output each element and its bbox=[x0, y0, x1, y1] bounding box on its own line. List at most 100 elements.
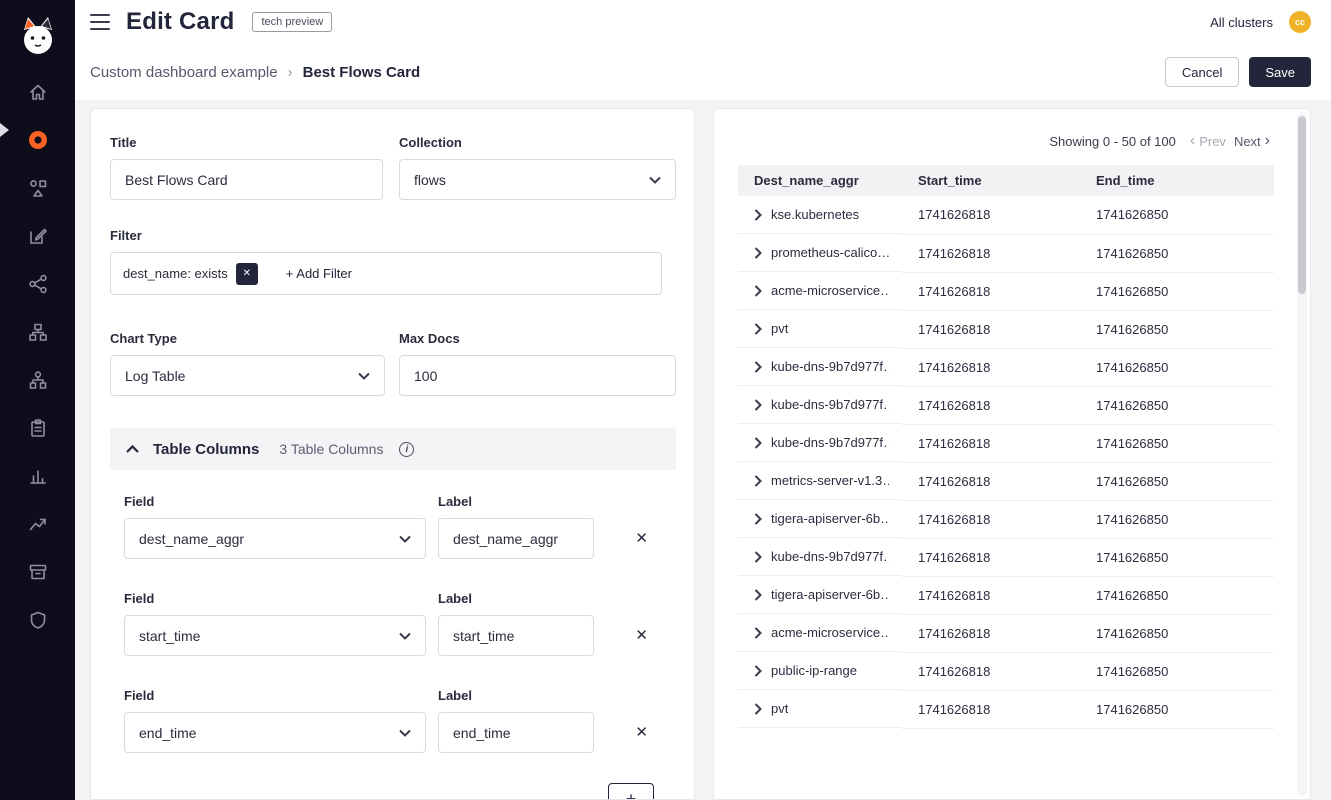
column-field-select[interactable]: start_time bbox=[124, 615, 426, 656]
column-label-input[interactable] bbox=[438, 518, 594, 559]
expand-row-chevron-icon[interactable] bbox=[754, 437, 762, 449]
field-label: Field bbox=[124, 494, 426, 509]
expand-row-chevron-icon[interactable] bbox=[754, 551, 762, 563]
save-button[interactable]: Save bbox=[1249, 57, 1311, 87]
column-field-select[interactable]: end_time bbox=[124, 712, 426, 753]
start-time-cell: 1741626818 bbox=[902, 234, 1080, 272]
max-docs-input[interactable] bbox=[399, 355, 676, 396]
title-input[interactable] bbox=[110, 159, 383, 200]
table-row[interactable]: acme-microservice… 1741626818 1741626850 bbox=[738, 614, 1274, 652]
service-graph-icon[interactable] bbox=[26, 130, 50, 150]
start-time-cell: 1741626818 bbox=[902, 500, 1080, 538]
chevron-up-icon bbox=[126, 445, 139, 453]
sitemap-icon[interactable] bbox=[26, 322, 50, 342]
end-time-cell: 1741626850 bbox=[1080, 614, 1274, 652]
prev-page-button[interactable]: ‹ Prev bbox=[1190, 133, 1226, 149]
expand-row-chevron-icon[interactable] bbox=[754, 209, 762, 221]
all-clusters-selector[interactable]: All clusters bbox=[1210, 15, 1273, 30]
table-row[interactable]: pvt 1741626818 1741626850 bbox=[738, 310, 1274, 348]
dest-name-cell: acme-microservice… bbox=[771, 625, 889, 640]
table-columns-section-toggle[interactable]: Table Columns 3 Table Columns i bbox=[110, 428, 676, 470]
info-icon[interactable]: i bbox=[399, 442, 414, 457]
expand-row-chevron-icon[interactable] bbox=[754, 589, 762, 601]
remove-column-button[interactable]: ✕ bbox=[635, 725, 648, 740]
network-icon[interactable] bbox=[26, 274, 50, 294]
field-label: Field bbox=[124, 688, 426, 703]
end-time-cell: 1741626850 bbox=[1080, 196, 1274, 234]
shapes-icon[interactable] bbox=[26, 178, 50, 198]
filter-box: dest_name: exists ✕ + Add Filter bbox=[110, 252, 662, 295]
expand-row-chevron-icon[interactable] bbox=[754, 475, 762, 487]
table-row[interactable]: tigera-apiserver-6b… 1741626818 17416268… bbox=[738, 500, 1274, 538]
breadcrumb-current: Best Flows Card bbox=[303, 64, 421, 81]
table-row[interactable]: kube-dns-9b7d977f… 1741626818 1741626850 bbox=[738, 424, 1274, 462]
expand-row-chevron-icon[interactable] bbox=[754, 627, 762, 639]
table-column-row: Field start_time Label ✕ bbox=[110, 591, 676, 656]
breadcrumb-parent[interactable]: Custom dashboard example bbox=[90, 64, 278, 81]
end-time-cell: 1741626850 bbox=[1080, 500, 1274, 538]
expand-row-chevron-icon[interactable] bbox=[754, 323, 762, 335]
table-column-row: Field dest_name_aggr Label ✕ bbox=[110, 494, 676, 559]
chart-type-select[interactable]: Log Table bbox=[110, 355, 385, 396]
label-label: Label bbox=[438, 688, 594, 703]
collection-select[interactable]: flows bbox=[399, 159, 676, 200]
expand-row-chevron-icon[interactable] bbox=[754, 247, 762, 259]
main-content: Title Collection flows Filter dest_name:… bbox=[75, 100, 1331, 800]
chevron-right-icon: › bbox=[1265, 133, 1270, 149]
hierarchy-icon[interactable] bbox=[26, 370, 50, 390]
shield-icon[interactable] bbox=[26, 610, 50, 630]
remove-column-button[interactable]: ✕ bbox=[635, 531, 648, 546]
next-page-button[interactable]: Next › bbox=[1234, 133, 1270, 149]
table-row[interactable]: kube-dns-9b7d977f… 1741626818 1741626850 bbox=[738, 538, 1274, 576]
column-label-input[interactable] bbox=[438, 712, 594, 753]
edit-icon[interactable] bbox=[26, 226, 50, 246]
home-icon[interactable] bbox=[26, 82, 50, 102]
table-row[interactable]: metrics-server-v1.3… 1741626818 17416268… bbox=[738, 462, 1274, 500]
add-filter-button[interactable]: + Add Filter bbox=[286, 266, 352, 281]
trending-up-icon[interactable] bbox=[26, 514, 50, 534]
start-time-cell: 1741626818 bbox=[902, 310, 1080, 348]
table-row[interactable]: kse.kubernetes 1741626818 1741626850 bbox=[738, 196, 1274, 234]
scrollbar-thumb[interactable] bbox=[1298, 116, 1306, 294]
expand-row-chevron-icon[interactable] bbox=[754, 703, 762, 715]
chevron-down-icon bbox=[399, 535, 411, 543]
bar-chart-icon[interactable] bbox=[26, 466, 50, 486]
clipboard-icon[interactable] bbox=[26, 418, 50, 438]
table-row[interactable]: prometheus-calico… 1741626818 1741626850 bbox=[738, 234, 1274, 272]
chart-type-label: Chart Type bbox=[110, 331, 385, 346]
table-row[interactable]: kube-dns-9b7d977f… 1741626818 1741626850 bbox=[738, 386, 1274, 424]
table-row[interactable]: kube-dns-9b7d977f… 1741626818 1741626850 bbox=[738, 348, 1274, 386]
preview-scrollbar[interactable] bbox=[1297, 112, 1307, 796]
expand-row-chevron-icon[interactable] bbox=[754, 513, 762, 525]
column-header-start-time: Start_time bbox=[902, 165, 1080, 196]
close-icon: ✕ bbox=[243, 268, 251, 279]
remove-filter-button[interactable]: ✕ bbox=[236, 263, 258, 285]
remove-column-button[interactable]: ✕ bbox=[635, 628, 648, 643]
dest-name-cell: kube-dns-9b7d977f… bbox=[771, 359, 889, 374]
page-title: Edit Card bbox=[126, 8, 234, 36]
expand-row-chevron-icon[interactable] bbox=[754, 399, 762, 411]
end-time-cell: 1741626850 bbox=[1080, 348, 1274, 386]
table-row[interactable]: acme-microservice… 1741626818 1741626850 bbox=[738, 272, 1274, 310]
card-edit-form: Title Collection flows Filter dest_name:… bbox=[90, 108, 695, 800]
expand-row-chevron-icon[interactable] bbox=[754, 665, 762, 677]
add-column-button[interactable]: + bbox=[608, 783, 654, 800]
end-time-cell: 1741626850 bbox=[1080, 424, 1274, 462]
table-row[interactable]: pvt 1741626818 1741626850 bbox=[738, 690, 1274, 728]
archive-icon[interactable] bbox=[26, 562, 50, 582]
end-time-cell: 1741626850 bbox=[1080, 576, 1274, 614]
table-row[interactable]: tigera-apiserver-6b… 1741626818 17416268… bbox=[738, 576, 1274, 614]
expand-row-chevron-icon[interactable] bbox=[754, 361, 762, 373]
avatar[interactable]: cc bbox=[1289, 11, 1311, 33]
column-field-select[interactable]: dest_name_aggr bbox=[124, 518, 426, 559]
dest-name-cell: tigera-apiserver-6b… bbox=[771, 587, 889, 602]
expand-row-chevron-icon[interactable] bbox=[754, 285, 762, 297]
column-label-input[interactable] bbox=[438, 615, 594, 656]
table-row[interactable]: public-ip-range 1741626818 1741626850 bbox=[738, 652, 1274, 690]
menu-icon[interactable] bbox=[90, 14, 110, 30]
chevron-down-icon bbox=[358, 372, 370, 380]
start-time-cell: 1741626818 bbox=[902, 652, 1080, 690]
filter-chip: dest_name: exists bbox=[123, 266, 228, 281]
cancel-button[interactable]: Cancel bbox=[1165, 57, 1239, 87]
calico-cat-logo[interactable] bbox=[16, 14, 60, 60]
